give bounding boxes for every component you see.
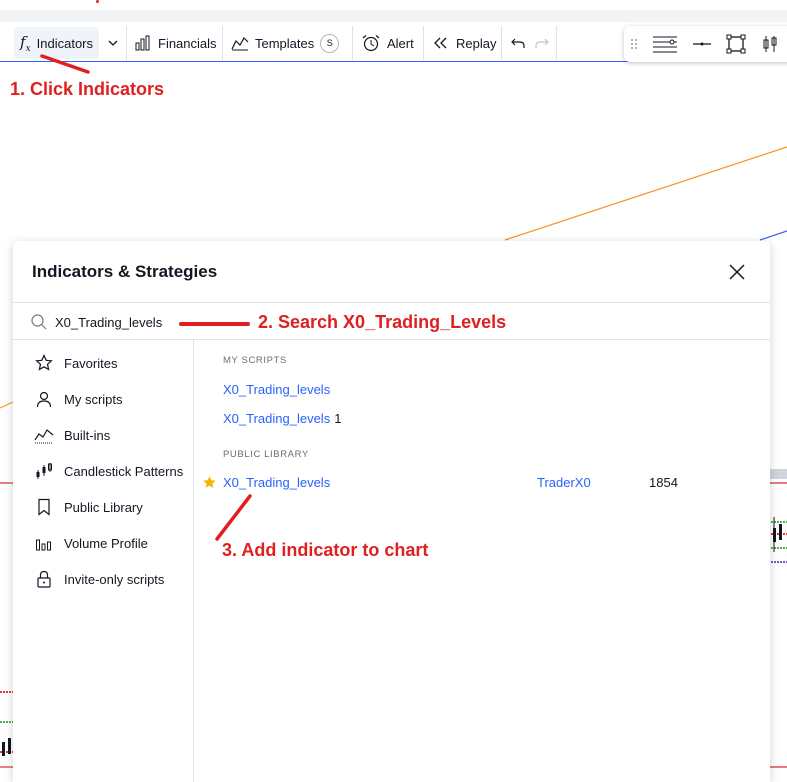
script-name-link[interactable]: X0_Trading_levels 1 (223, 411, 341, 426)
script-count: 1 (334, 411, 342, 426)
script-name-link[interactable]: X0_Trading_levels (223, 475, 330, 490)
indicators-label: Indicators (36, 35, 94, 51)
sidebar-item-built-ins[interactable]: Built-ins (13, 420, 194, 450)
bar-chart-icon (135, 35, 150, 51)
annotation-arrow-3 (215, 494, 252, 541)
result-row[interactable]: X0_Trading_levels 1 (194, 406, 770, 432)
orange-trend-line (504, 146, 787, 241)
sidebar-item-label: Candlestick Patterns (64, 463, 184, 479)
sidebar-item-favorites[interactable]: Favorites (13, 348, 194, 378)
financials-button[interactable]: Financials (128, 27, 223, 59)
blue-trend-line (759, 230, 787, 241)
candlestick-icon (34, 461, 54, 481)
templates-badge: S (320, 33, 340, 53)
toolbar-divider (556, 26, 557, 60)
templates-button[interactable]: Templates S (225, 27, 345, 59)
rectangle-tool-icon[interactable] (726, 34, 746, 54)
redo-button[interactable] (528, 27, 556, 59)
user-icon (34, 389, 54, 409)
star-outline-icon (34, 353, 54, 373)
top-band (0, 10, 787, 22)
right-candles (771, 517, 787, 563)
lock-icon (34, 569, 54, 589)
result-row[interactable]: X0_Trading_levels TraderX0 1854 (194, 470, 770, 496)
sidebar-item-invite-only-scripts[interactable]: Invite-only scripts (13, 564, 194, 594)
close-icon (729, 264, 745, 280)
close-button[interactable] (726, 261, 748, 283)
search-icon (31, 314, 47, 330)
drawing-toolbar (624, 26, 787, 62)
my-scripts-header: MY SCRIPTS (223, 355, 287, 366)
bookmark-icon (34, 497, 54, 517)
drag-handle-icon[interactable] (630, 38, 638, 50)
sidebar-item-label: My scripts (64, 391, 123, 407)
alert-label: Alert (387, 35, 414, 51)
sidebar-item-label: Favorites (64, 355, 118, 371)
annotation-step2: 2. Search X0_Trading_Levels (258, 312, 507, 332)
sidebar-item-public-library[interactable]: Public Library (13, 492, 194, 522)
toolbar-divider (222, 26, 223, 60)
chevron-down-icon (108, 40, 118, 46)
indicators-dropdown-button[interactable] (104, 27, 122, 59)
alarm-clock-icon (362, 35, 380, 52)
star-filled-icon[interactable] (202, 475, 217, 490)
alert-button[interactable]: Alert (355, 27, 420, 59)
horizontal-line-icon[interactable] (692, 34, 712, 54)
sidebar-item-volume-profile[interactable]: Volume Profile (13, 528, 194, 558)
replay-label: Replay (456, 35, 497, 51)
undo-icon (511, 38, 525, 48)
volume-profile-icon (34, 533, 54, 553)
templates-chart-icon (231, 37, 249, 51)
templates-label: Templates (255, 35, 315, 51)
financials-label: Financials (158, 35, 217, 51)
toolbar-divider (501, 26, 502, 60)
top-strip (0, 0, 787, 22)
likes-count: 1854 (649, 475, 678, 490)
sidebar-item-label: Volume Profile (64, 535, 148, 551)
annotation-arrow-2 (179, 322, 250, 326)
toolbar-divider (423, 26, 424, 60)
public-library-header: PUBLIC LIBRARY (223, 449, 309, 460)
sidebar-item-label: Public Library (64, 499, 143, 515)
redo-icon (535, 38, 549, 48)
sidebar-item-candlestick-patterns[interactable]: Candlestick Patterns (13, 456, 194, 486)
rewind-icon (434, 37, 447, 49)
dialog-title: Indicators & Strategies (32, 262, 218, 281)
annotation-step1: 1. Click Indicators (10, 79, 165, 99)
author-link[interactable]: TraderX0 (537, 475, 591, 490)
lines-settings-icon[interactable] (652, 34, 678, 54)
left-candles (0, 691, 13, 768)
red-marker (96, 0, 99, 3)
script-name-text[interactable]: X0_Trading_levels (223, 411, 330, 426)
orange-left-line (0, 401, 14, 409)
annotation-step3: 3. Add indicator to chart (222, 540, 429, 560)
toolbar-divider (126, 26, 127, 60)
result-row[interactable]: X0_Trading_levels (194, 377, 770, 403)
sidebar-item-my-scripts[interactable]: My scripts (13, 384, 194, 414)
results-panel: MY SCRIPTS X0_Trading_levels X0_Trading_… (194, 340, 770, 782)
sidebar-item-label: Built-ins (64, 427, 111, 443)
function-icon: fx (20, 32, 31, 54)
chart-line-icon (34, 425, 54, 445)
replay-button[interactable]: Replay (426, 27, 502, 59)
screenshot-page: fx Indicators Financials Templates S Ale… (0, 0, 787, 782)
annotation-arrow-1 (40, 54, 90, 74)
category-sidebar: Favorites My scripts Built-ins Candlesti… (13, 340, 194, 782)
sidebar-item-label: Invite-only scripts (64, 571, 165, 587)
toolbar-divider (352, 26, 353, 60)
gray-price-block (770, 469, 787, 479)
candles-tool-icon[interactable] (760, 34, 780, 54)
script-name-link[interactable]: X0_Trading_levels (223, 382, 330, 397)
